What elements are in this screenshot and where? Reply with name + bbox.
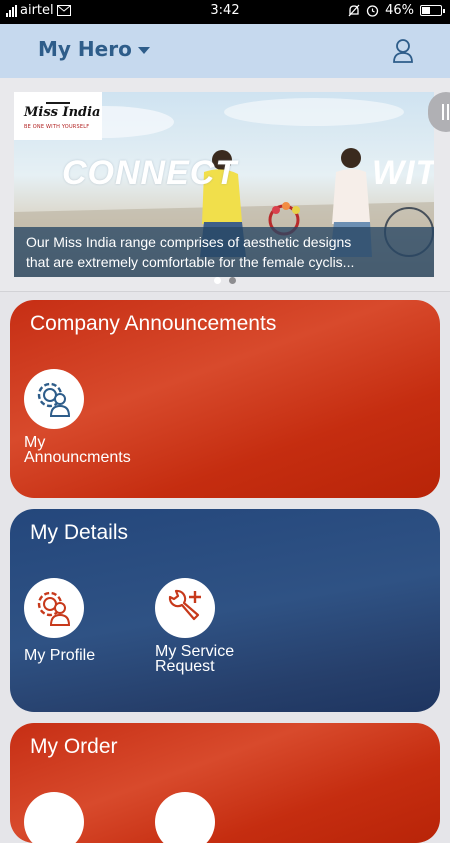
caption-line: Our Miss India range comprises of aesthe… (26, 234, 352, 250)
app-title-dropdown[interactable]: My Hero (38, 37, 150, 61)
caret-down-icon (137, 46, 150, 54)
banner-headline-left: CONNECT (62, 154, 238, 192)
tile-label: My Announcments (24, 434, 154, 466)
details-card: My Details My Profile My Service Request (10, 509, 440, 712)
tile-label-line: My (24, 434, 46, 451)
tile-label: My Profile (24, 647, 154, 664)
app-title: My Hero (38, 37, 132, 61)
carousel-pager (0, 277, 450, 284)
banner-slide[interactable]: Miss India BE ONE WITH YOURSELF CONNECT … (14, 92, 434, 277)
logo-tagline: BE ONE WITH YOURSELF (24, 124, 90, 130)
tile-label-line: Announcments (24, 449, 131, 466)
banner-headline-right: WITH (372, 154, 434, 192)
pager-dot-active[interactable] (229, 277, 236, 284)
status-right: 46% (348, 3, 445, 18)
crown-icon (46, 96, 70, 104)
card-title: My Details (30, 521, 129, 544)
order-card: My Order (10, 723, 440, 843)
miss-india-logo: Miss India BE ONE WITH YOURSELF (14, 92, 102, 140)
tile-label-line: My Profile (24, 647, 96, 664)
tile-my-profile[interactable]: My Profile (24, 578, 154, 664)
tile-label-line: Request (155, 658, 215, 675)
user-icon[interactable] (392, 38, 414, 64)
caption-line: that are extremely comfortable for the f… (26, 254, 355, 270)
gear-user-icon (24, 369, 84, 429)
banner-carousel[interactable]: Miss India BE ONE WITH YOURSELF CONNECT … (0, 78, 450, 292)
battery-percent: 46% (385, 3, 414, 18)
mute-bell-icon (348, 4, 360, 17)
wrench-plus-icon (155, 578, 215, 638)
battery-fill (422, 7, 430, 14)
card-title: My Order (30, 735, 118, 758)
tile-label-line: My Service (155, 643, 235, 660)
status-bar: airtel 3:42 46% (0, 0, 450, 24)
banner-caption: Our Miss India range comprises of aesthe… (14, 227, 434, 277)
app-bar: My Hero (0, 24, 450, 78)
announcements-card: Company Announcements My Announcments (10, 300, 440, 498)
pager-dot[interactable] (214, 277, 221, 284)
tile-my-announcements[interactable]: My Announcments (24, 369, 154, 466)
logo-text: Miss India (24, 105, 101, 120)
alarm-icon (366, 5, 379, 17)
gear-user-icon (24, 578, 84, 638)
card-title: Company Announcements (30, 312, 277, 335)
tile-my-service-request[interactable]: My Service Request (155, 578, 285, 675)
battery-icon (420, 5, 445, 16)
tile-label: My Service Request (155, 643, 285, 675)
